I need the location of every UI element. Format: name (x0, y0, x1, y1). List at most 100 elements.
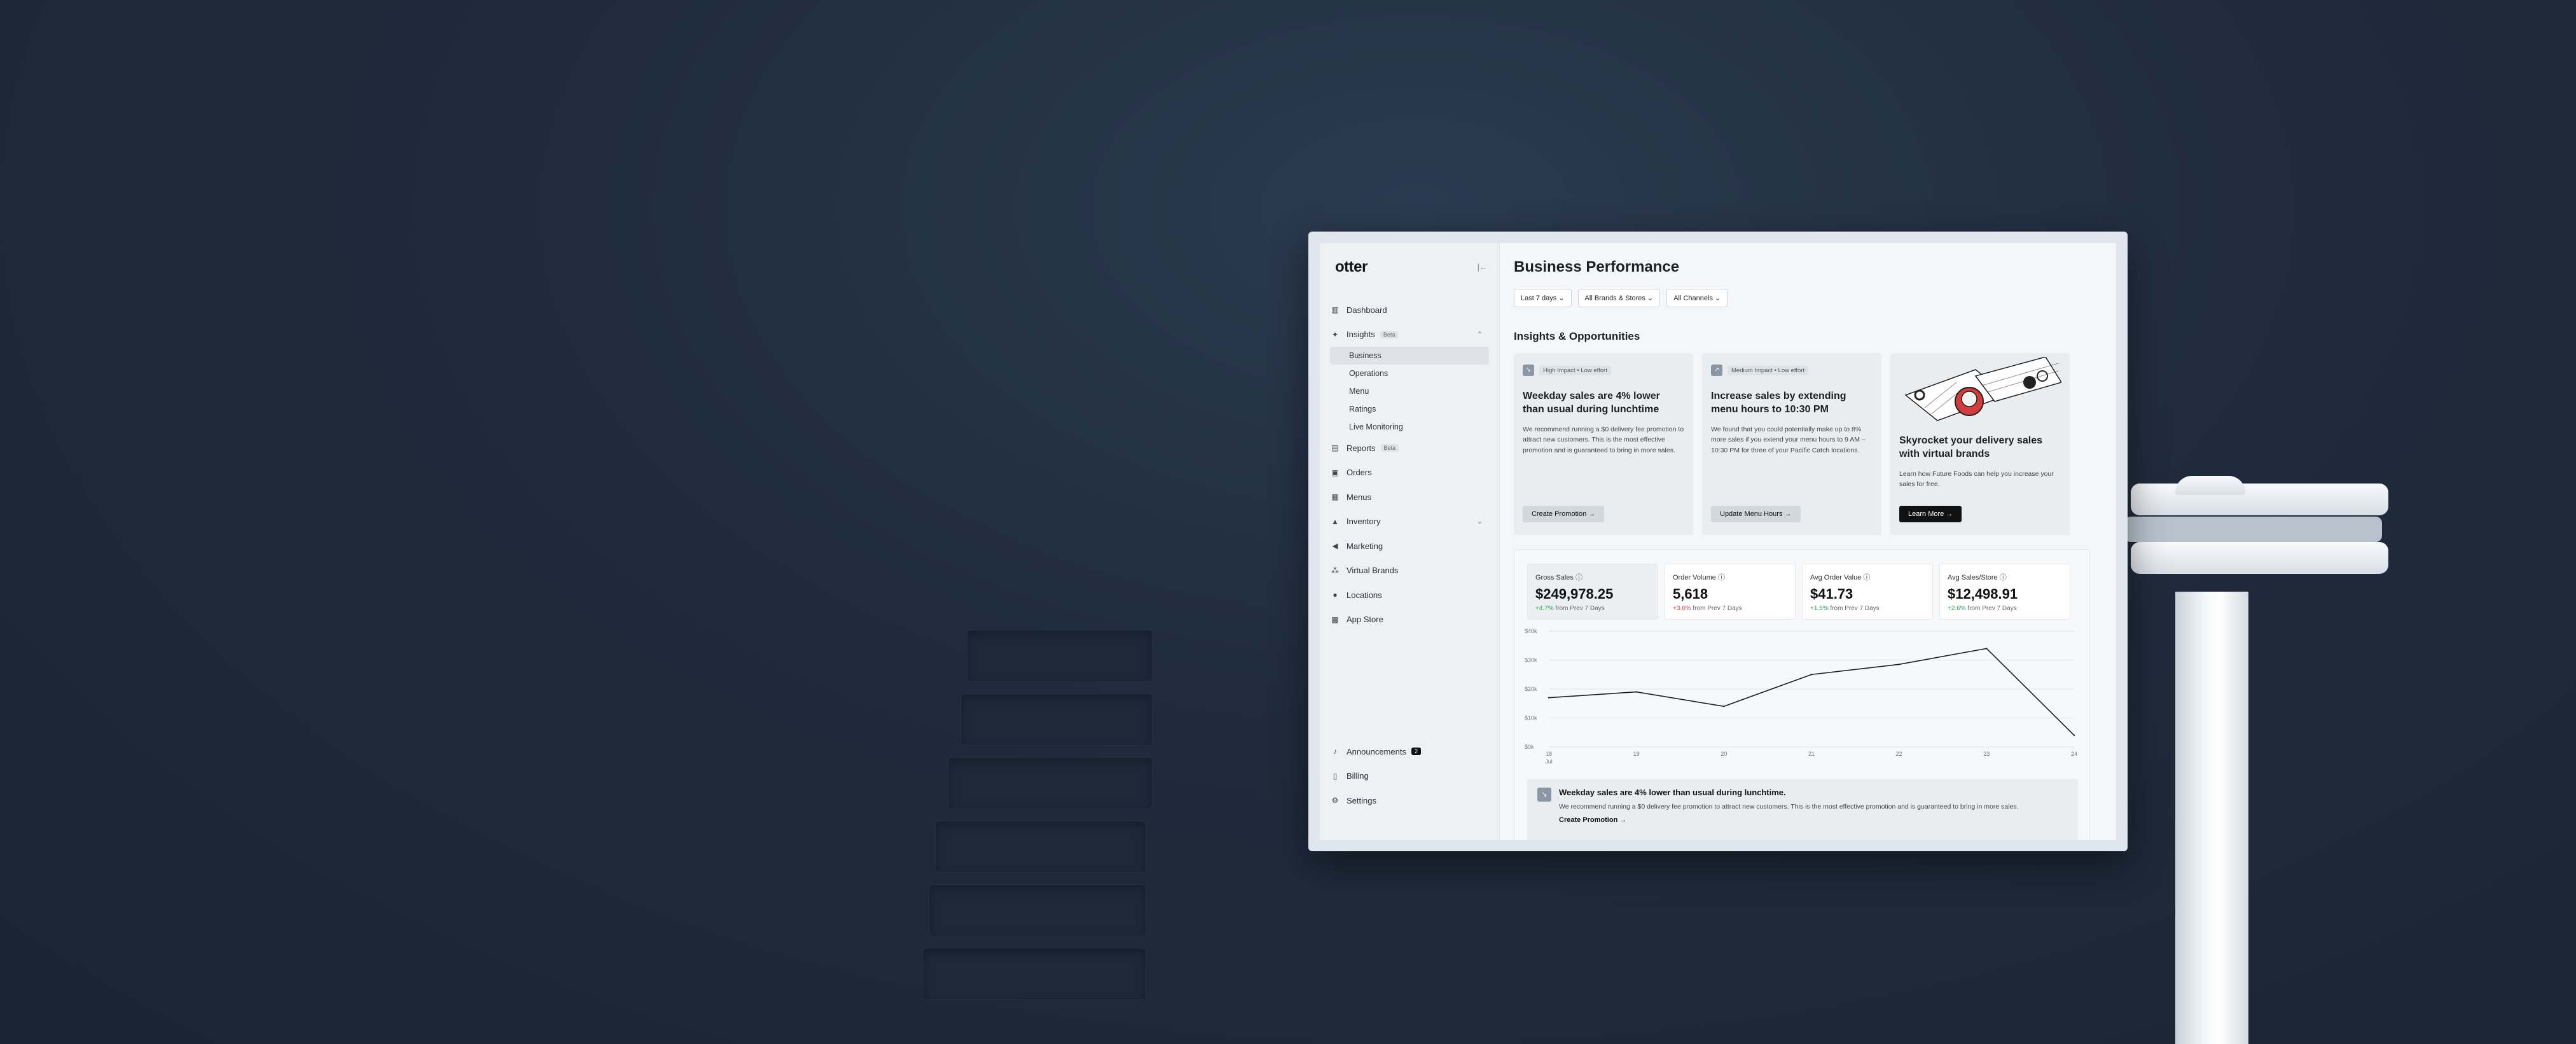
sidebar-item-label: Marketing (1347, 541, 1383, 551)
update-menu-hours-button[interactable]: Update Menu Hours → (1711, 506, 1801, 522)
chevron-down-icon: ⌄ (1715, 295, 1721, 302)
info-icon: ⓘ (1999, 574, 2007, 581)
sidebar: otter |← ▥ Dashboard ✦ Insights Beta ⌃ B… (1320, 243, 1500, 840)
date-range-filter[interactable]: Last 7 days ⌄ (1514, 289, 1572, 307)
impact-tag: Medium Impact • Low effort (1728, 365, 1809, 375)
app-window: otter |← ▥ Dashboard ✦ Insights Beta ⌃ B… (1320, 243, 2116, 840)
bell-icon: ♪ (1333, 747, 1337, 756)
pin-icon: ● (1333, 590, 1338, 600)
metric-card-order-volume[interactable]: Order Volume ⓘ 5,618 +3.6% from Prev 7 D… (1665, 564, 1796, 620)
performance-panel: Gross Sales ⓘ $249,978.25 +4.7% from Pre… (1514, 549, 2090, 840)
gear-icon: ⚙ (1331, 796, 1339, 805)
sidebar-item-label: Orders (1347, 468, 1372, 478)
sidebar-item-label: App Store (1347, 615, 1383, 625)
beta-badge: Beta (1380, 444, 1399, 452)
sidebar-subitem-business[interactable]: Business (1330, 347, 1489, 365)
chart-insight-banner: ↘ Weekday sales are 4% lower than usual … (1527, 779, 2078, 840)
y-tick-label: $30k (1525, 657, 1537, 664)
metric-change: +3.6% (1673, 605, 1691, 612)
sidebar-item-marketing[interactable]: ◀ Marketing (1330, 534, 1489, 559)
sidebar-item-label: Announcements (1347, 746, 1406, 756)
sidebar-subitem-ratings[interactable]: Ratings (1330, 400, 1489, 418)
sidebar-item-locations[interactable]: ● Locations (1330, 583, 1489, 608)
trend-down-icon: ↘ (1523, 365, 1534, 376)
y-tick-label: $0k (1525, 744, 1534, 750)
sidebar-item-announcements[interactable]: ♪ Announcements 2 (1330, 739, 1489, 764)
insight-card: ↗ Medium Impact • Low effort Increase sal… (1702, 353, 1881, 535)
data-point (1898, 664, 1900, 665)
sparkle-icon: ✦ (1331, 330, 1339, 339)
channels-filter[interactable]: All Channels ⌄ (1666, 289, 1728, 307)
chevron-down-icon[interactable]: ⌄ (1477, 517, 1483, 525)
collapse-sidebar-icon[interactable]: |← (1478, 262, 1488, 272)
x-tick-label: 20 (1721, 751, 1727, 757)
metric-change: +4.7% (1535, 605, 1554, 612)
insight-card-text: We found that you could potentially make… (1711, 425, 1866, 455)
create-promotion-button[interactable]: Create Promotion → (1523, 506, 1605, 522)
promo-card-title: Skyrocket your delivery sales with virtu… (1899, 435, 2043, 459)
background-stairs (910, 630, 1215, 1044)
x-month-label: Jul (1545, 758, 1553, 765)
metric-card-gross-sales[interactable]: Gross Sales ⓘ $249,978.25 +4.7% from Pre… (1527, 564, 1658, 620)
create-promotion-link[interactable]: Create Promotion → (1559, 816, 2068, 824)
sidebar-item-reports[interactable]: ▤ Reports Beta (1330, 436, 1489, 461)
sidebar-nav: ▥ Dashboard ✦ Insights Beta ⌃ Business O… (1330, 298, 1489, 632)
sidebar-item-virtual-brands[interactable]: ⁂ Virtual Brands (1330, 559, 1489, 583)
brands-stores-filter[interactable]: All Brands & Stores ⌄ (1577, 289, 1661, 307)
nodes-icon: ⁂ (1331, 566, 1339, 575)
receipt-icon: ▯ (1333, 771, 1338, 781)
delivery-illustration (1899, 357, 2061, 427)
y-tick-label: $20k (1525, 686, 1537, 692)
info-icon: ⓘ (1717, 574, 1725, 581)
sidebar-item-label: Dashboard (1347, 305, 1387, 315)
insight-card-text: We recommend running a $0 delivery fee p… (1523, 425, 1684, 455)
learn-more-button[interactable]: Learn More → (1899, 506, 1962, 522)
metric-change: +2.6% (1948, 605, 1966, 612)
sidebar-subitem-menu[interactable]: Menu (1330, 382, 1489, 400)
gross-sales-line-chart: $0k $10k $20k $30k $40k 18 19 20 21 22 23 24 Jul (1525, 628, 2077, 765)
x-tick-label: 18 (1546, 751, 1552, 757)
sidebar-item-settings[interactable]: ⚙ Settings (1330, 788, 1489, 813)
sidebar-item-label: Reports (1347, 443, 1376, 453)
document-icon: ▤ (1331, 443, 1339, 453)
bag-icon: ▣ (1331, 468, 1339, 477)
sidebar-item-inventory[interactable]: ▲ Inventory ⌄ (1330, 510, 1489, 534)
promo-card-text: Learn how Future Foods can help you incr… (1899, 470, 2054, 489)
y-tick-label: $10k (1525, 715, 1537, 721)
sidebar-item-menus[interactable]: ▦ Menus (1330, 485, 1489, 510)
monitor-stand-pole (2175, 592, 2248, 1044)
sidebar-item-orders[interactable]: ▣ Orders (1330, 461, 1489, 485)
chevron-up-icon[interactable]: ⌃ (1477, 330, 1483, 338)
data-point (1986, 648, 1988, 650)
metric-value: 5,618 (1673, 586, 1708, 602)
info-icon: ⓘ (1575, 574, 1582, 581)
chart-bars-icon: ▥ (1331, 305, 1339, 315)
metric-card-avg-sales-store[interactable]: Avg Sales/Store ⓘ $12,498.91 +2.6% from … (1939, 564, 2070, 620)
sidebar-subitem-live-monitoring[interactable]: Live Monitoring (1330, 418, 1489, 436)
virtual-brands-promo-card: Skyrocket your delivery sales with virtu… (1890, 353, 2070, 535)
monitor: otter |← ▥ Dashboard ✦ Insights Beta ⌃ B… (1308, 232, 2128, 851)
metric-value: $41.73 (1810, 586, 1853, 602)
metric-card-avg-order-value[interactable]: Avg Order Value ⓘ $41.73 +1.5% from Prev… (1802, 564, 1933, 620)
sidebar-subitem-operations[interactable]: Operations (1330, 365, 1489, 382)
banner-title: Weekday sales are 4% lower than usual du… (1559, 788, 1786, 797)
y-tick-label: $40k (1525, 628, 1537, 634)
page-title: Business Performance (1514, 258, 1680, 275)
announcements-count-badge: 2 (1411, 748, 1421, 756)
banner-text: We recommend running a $0 delivery fee p… (1559, 803, 2019, 811)
sidebar-item-app-store[interactable]: ▩ App Store (1330, 608, 1489, 632)
trend-up-icon: ↗ (1711, 365, 1722, 376)
data-point (1635, 691, 1637, 693)
boxes-icon: ▲ (1331, 517, 1339, 526)
sidebar-item-insights[interactable]: ✦ Insights Beta ⌃ (1330, 323, 1489, 347)
sidebar-item-billing[interactable]: ▯ Billing (1330, 764, 1489, 789)
data-point (1810, 674, 1813, 676)
x-tick-label: 19 (1633, 751, 1640, 757)
sidebar-item-label: Locations (1347, 590, 1382, 600)
x-tick-label: 21 (1808, 751, 1815, 757)
sidebar-item-label: Inventory (1347, 517, 1381, 527)
sidebar-item-dashboard[interactable]: ▥ Dashboard (1330, 298, 1489, 323)
data-point (1723, 706, 1725, 707)
insights-section-title: Insights & Opportunities (1514, 330, 1640, 342)
insight-card: ↘ High Impact • Low effort Weekday sales … (1514, 353, 1693, 535)
